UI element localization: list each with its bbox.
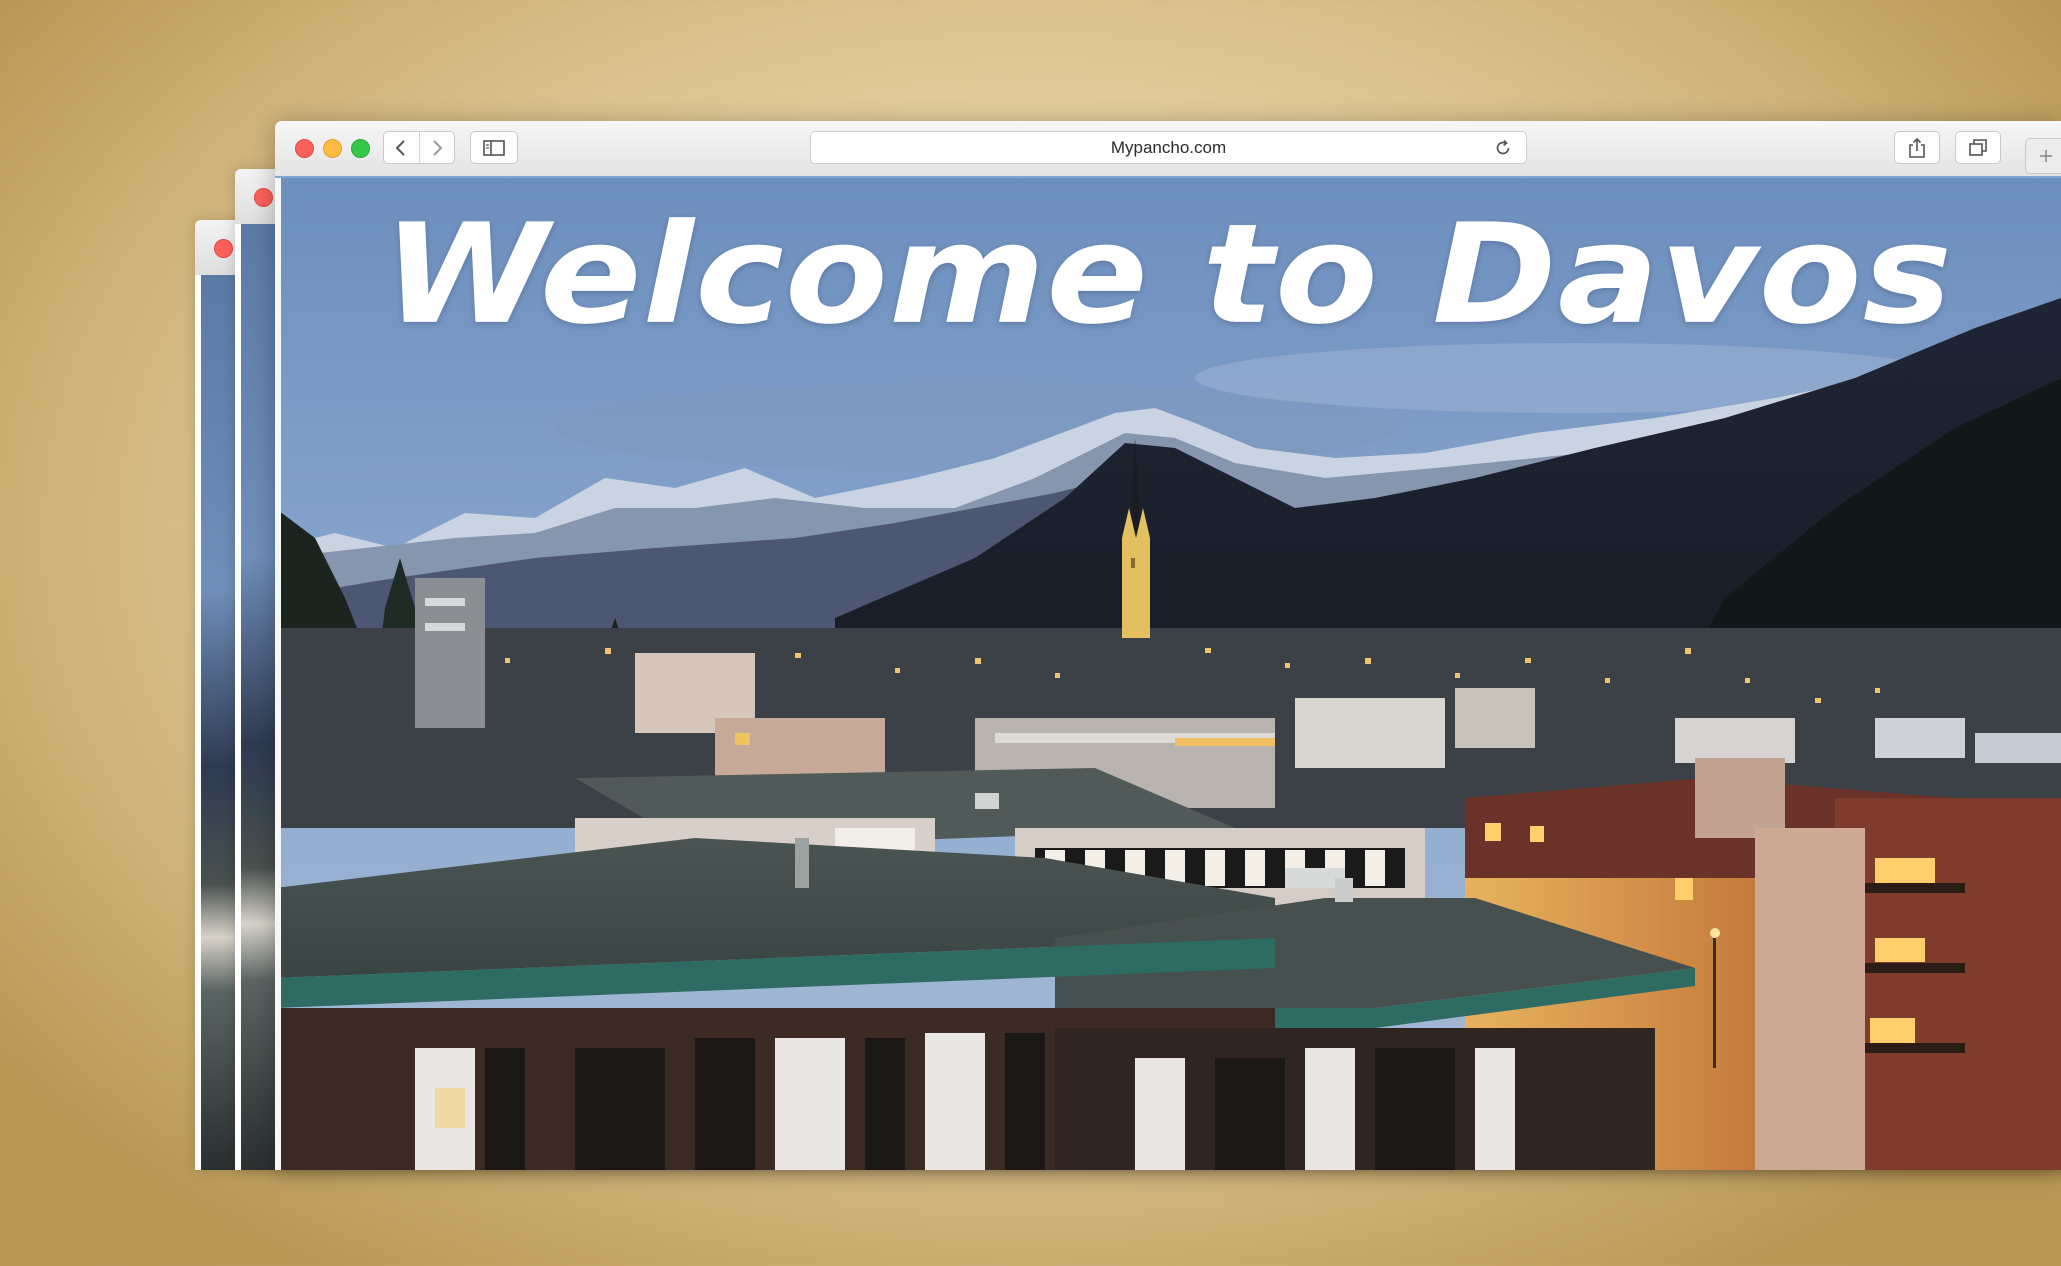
chevron-left-icon: [395, 139, 405, 156]
page-headline: Welcome to Davos: [382, 194, 1954, 356]
sidebar-button[interactable]: [470, 131, 518, 164]
tabs-overview-icon: [1969, 138, 1987, 156]
zoom-button[interactable]: [351, 139, 370, 158]
address-bar[interactable]: Mypancho.com: [810, 131, 1527, 164]
plus-icon: [2040, 150, 2052, 162]
back-button[interactable]: [384, 132, 419, 163]
reload-icon[interactable]: [1494, 139, 1512, 157]
share-icon: [1909, 137, 1925, 158]
page-content: Welcome to Davos: [275, 178, 2061, 1170]
browser-toolbar: Mypancho.com: [275, 121, 2061, 178]
share-button[interactable]: [1894, 131, 1940, 164]
address-url: Mypancho.com: [1110, 138, 1227, 157]
forward-button[interactable]: [418, 132, 455, 163]
close-dot-icon[interactable]: [254, 188, 273, 207]
navigation-buttons: [383, 131, 455, 164]
chevron-right-icon: [433, 139, 443, 156]
browser-window: Mypancho.com Welcome to Davos: [275, 121, 2061, 1170]
tabs-overview-button[interactable]: [1955, 131, 2001, 164]
close-button[interactable]: [295, 139, 314, 158]
close-dot-icon[interactable]: [214, 239, 233, 258]
sidebar-icon: [483, 139, 505, 156]
new-tab-button[interactable]: [2025, 138, 2061, 174]
minimize-button[interactable]: [323, 139, 342, 158]
